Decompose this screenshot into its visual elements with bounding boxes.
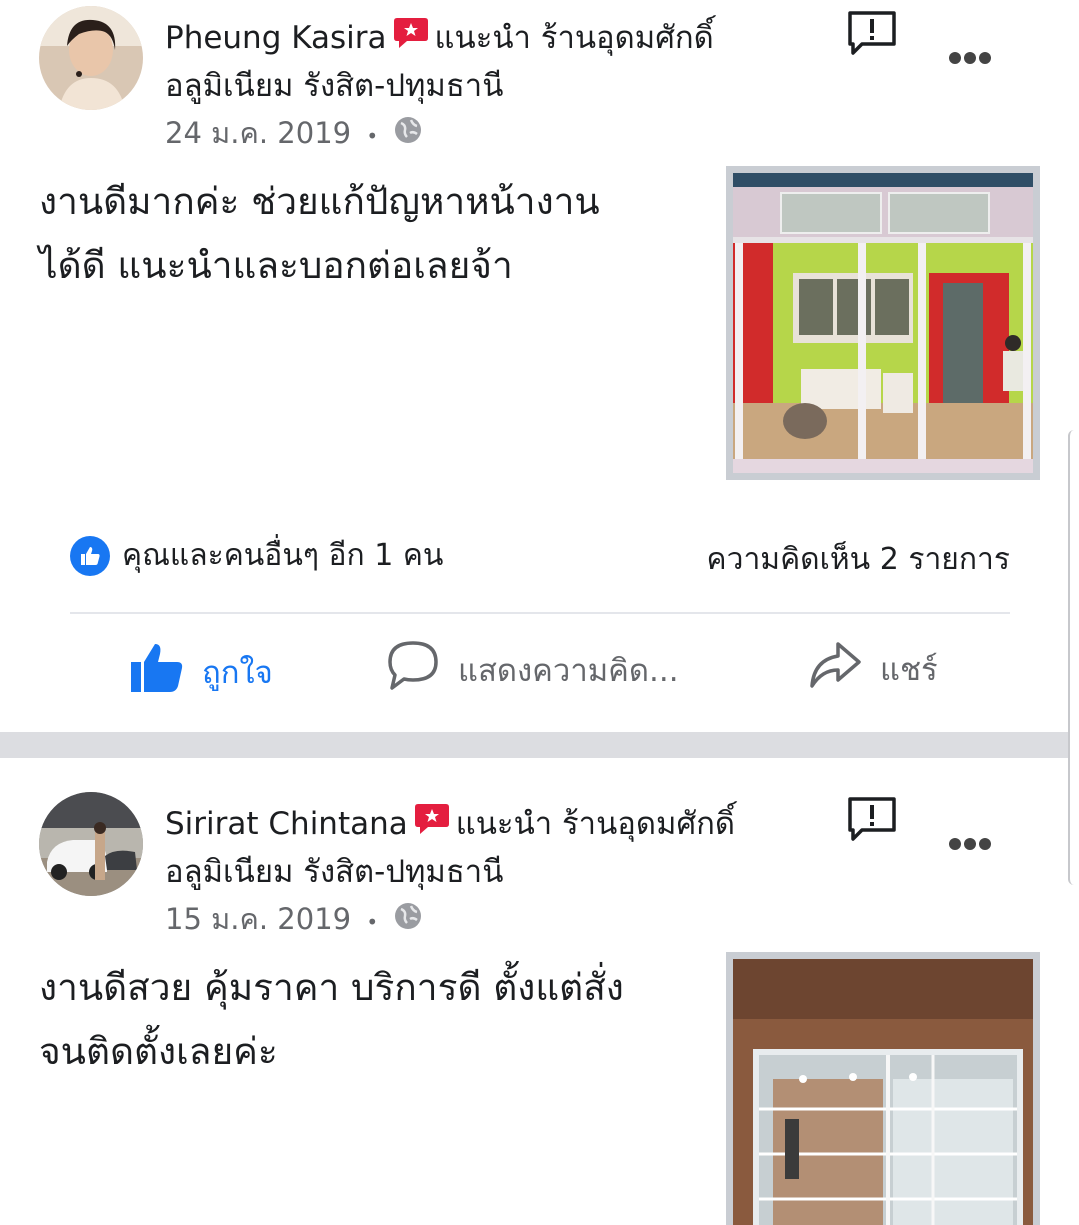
like-badge-icon <box>70 535 110 576</box>
scrollbar[interactable] <box>1068 430 1079 885</box>
date-separator: • <box>366 124 379 148</box>
comment-label: แสดงความคิด... <box>458 653 679 689</box>
comments-count[interactable]: ความคิดเห็น 2 รายการ <box>707 536 1010 583</box>
post-text-line: งานดีมากค่ะ ช่วยแก้ปัญหาหน้างาน <box>39 180 600 223</box>
like-label: ถูกใจ <box>202 655 273 691</box>
date-separator: • <box>366 910 379 934</box>
post-date[interactable]: 15 ม.ค. 2019 <box>165 902 351 936</box>
post-text: งานดีมากค่ะ ช่วยแก้ปัญหาหน้างาน ได้ดี แน… <box>39 170 709 298</box>
post-text-line: งานดีสวย คุ้มราคา บริการดี ตั้งแต่สั่ง <box>39 966 624 1009</box>
feed-divider <box>0 732 1079 758</box>
recommend-text: แนะนำ ร้านอุดมศักดิ์ <box>434 20 714 56</box>
globe-icon <box>393 115 423 152</box>
report-icon[interactable] <box>846 796 898 842</box>
globe-icon <box>393 901 423 938</box>
reactions-bar: คุณและคนอื่นๆ อีก 1 คน ความคิดเห็น 2 ราย… <box>70 532 1010 580</box>
post-text: งานดีสวย คุ้มราคา บริการดี ตั้งแต่สั่ง จ… <box>39 956 709 1084</box>
avatar[interactable] <box>39 792 143 896</box>
post-card: Pheung Kasira แนะนำ ร้านอุดมศักดิ์ อลูมิเ… <box>0 0 1079 732</box>
recommend-icon <box>393 16 429 58</box>
avatar[interactable] <box>39 6 143 110</box>
post-card: Sirirat Chintana แนะนำ ร้านอุดมศักดิ์ อลู… <box>0 758 1079 1225</box>
post-text-line: ได้ดี แนะนำและบอกต่อเลยจ้า <box>39 244 513 287</box>
comment-icon <box>386 640 458 700</box>
like-button[interactable]: ถูกใจ <box>128 640 273 704</box>
post-photo[interactable] <box>726 952 1040 1225</box>
post-header: Sirirat Chintana แนะนำ ร้านอุดมศักดิ์ <box>165 798 735 850</box>
recommend-icon <box>414 802 450 844</box>
more-icon[interactable] <box>948 836 992 850</box>
reactions-text: คุณและคนอื่นๆ อีก 1 คน <box>122 538 444 573</box>
author-name[interactable]: Sirirat Chintana <box>165 806 408 842</box>
action-bar: ถูกใจ แสดงความคิด... แชร์ <box>0 640 1079 710</box>
post-photo[interactable] <box>726 166 1040 480</box>
recommend-text: แนะนำ ร้านอุดมศักดิ์ <box>455 806 736 842</box>
reactions-summary[interactable]: คุณและคนอื่นๆ อีก 1 คน <box>70 532 443 579</box>
post-date[interactable]: 24 ม.ค. 2019 <box>165 116 351 150</box>
share-label: แชร์ <box>880 652 938 688</box>
author-name[interactable]: Pheung Kasira <box>165 20 387 56</box>
page-name[interactable]: อลูมิเนียม รังสิต-ปทุมธานี <box>165 846 503 896</box>
post-header: Pheung Kasira แนะนำ ร้านอุดมศักดิ์ <box>165 12 714 64</box>
post-date-row: 24 ม.ค. 2019 • <box>165 110 423 156</box>
share-button[interactable]: แชร์ <box>808 640 938 698</box>
report-icon[interactable] <box>846 10 898 56</box>
comment-button[interactable]: แสดงความคิด... <box>386 640 679 700</box>
post-text-line: จนติดตั้งเลยค่ะ <box>39 1030 278 1073</box>
divider <box>70 612 1010 614</box>
thumbs-up-icon <box>128 640 202 704</box>
more-icon[interactable] <box>948 50 992 64</box>
page-name[interactable]: อลูมิเนียม รังสิต-ปทุมธานี <box>165 60 503 110</box>
share-icon <box>808 640 880 698</box>
post-date-row: 15 ม.ค. 2019 • <box>165 896 423 942</box>
